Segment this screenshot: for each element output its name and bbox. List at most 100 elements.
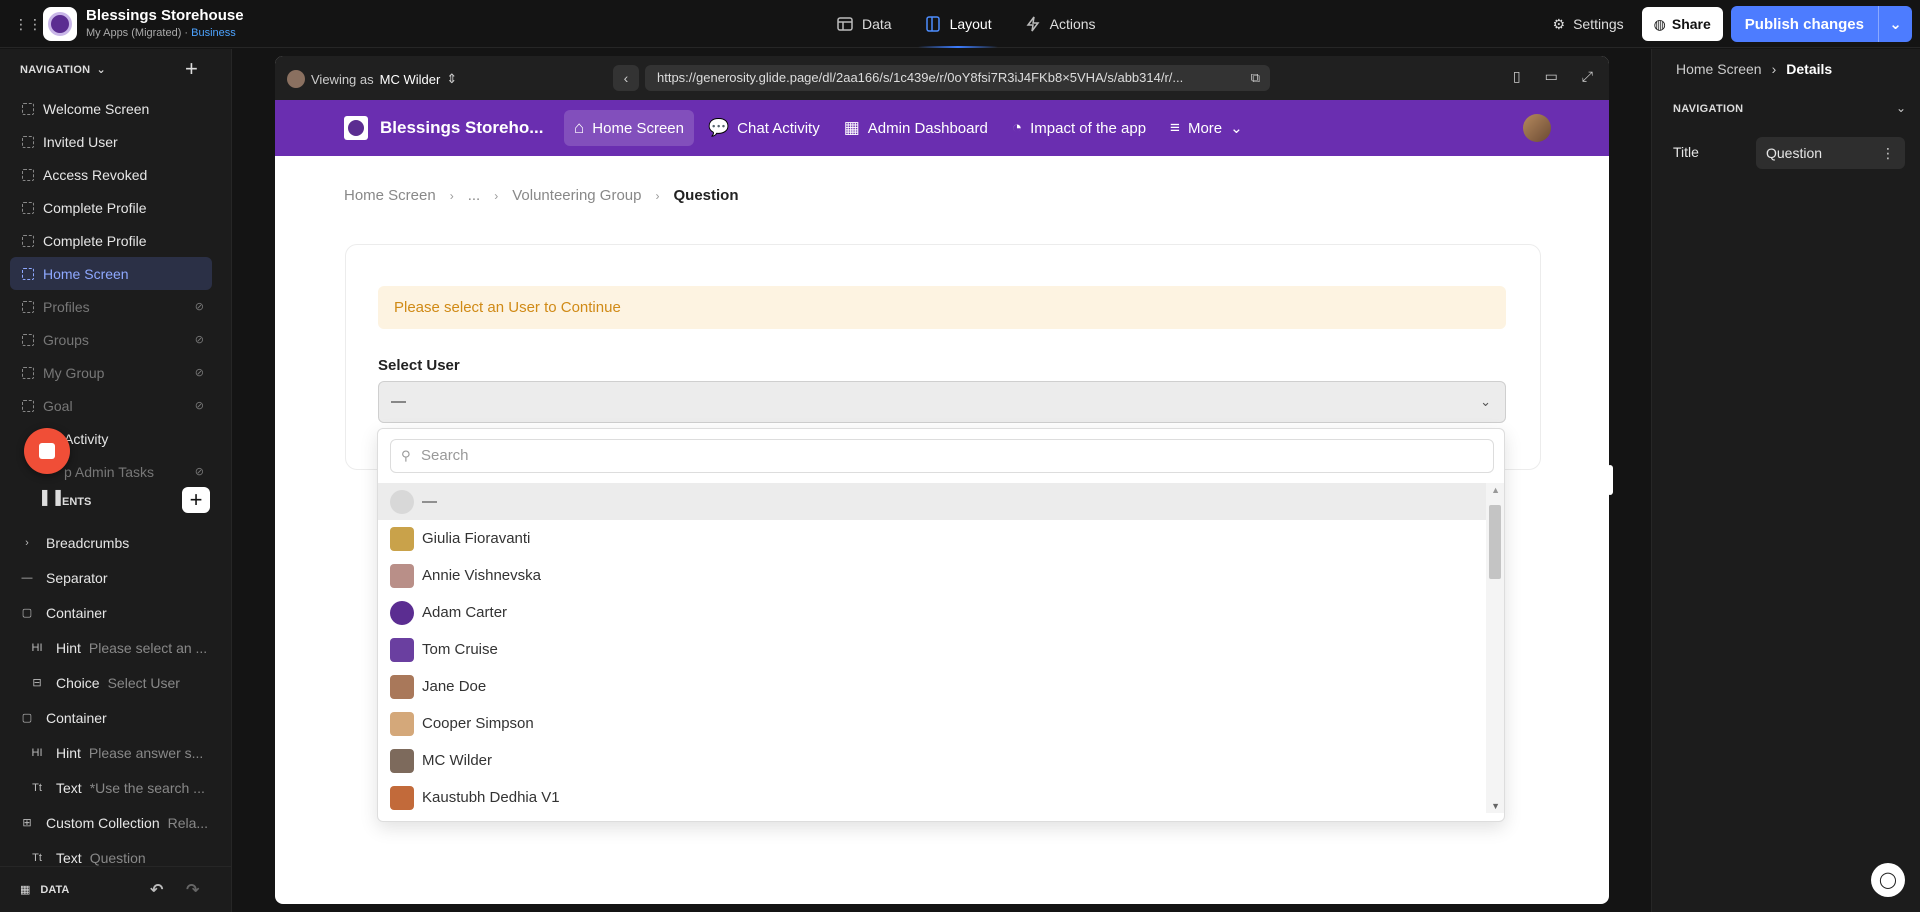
external-link-icon[interactable]: ⧉ (1251, 65, 1260, 91)
chevron-down-icon[interactable]: ⌄ (1896, 101, 1906, 115)
sidebar-item-complete-profile[interactable]: Complete Profile (10, 191, 212, 224)
component-type: Choice (56, 674, 100, 691)
app-header-title[interactable]: Blessings Storeho... (380, 118, 543, 138)
breadcrumb-item[interactable]: Home Screen (1676, 61, 1762, 77)
add-screen-button[interactable]: + (185, 58, 198, 80)
pause-icon[interactable]: ❚❚ (38, 487, 65, 507)
sidebar-item-groups[interactable]: Groups ⊘ (10, 323, 212, 356)
fullscreen-icon[interactable]: ⤢ (1582, 68, 1593, 85)
stop-icon (39, 443, 55, 459)
breadcrumb-item[interactable]: Volunteering Group (512, 187, 641, 204)
chevron-right-icon[interactable]: › (16, 537, 38, 549)
title-field[interactable]: Question ⋮ (1756, 137, 1905, 169)
app-logo[interactable] (43, 7, 77, 41)
sidebar-item-profiles[interactable]: Profiles ⊘ (10, 290, 212, 323)
stop-recording-button[interactable] (24, 428, 70, 474)
breadcrumb-current: Question (673, 187, 739, 204)
sidebar-item-access-revoked[interactable]: Access Revoked (10, 158, 212, 191)
component-choice[interactable]: ⊟ Choice Select User (0, 665, 231, 700)
app-logo[interactable] (344, 116, 368, 140)
tablet-icon[interactable]: ▭ (1545, 68, 1558, 85)
breadcrumb-item[interactable]: ... (468, 187, 481, 204)
component-container-2[interactable]: ▢ Container (0, 700, 231, 735)
preview-toolbar: Viewing as MC Wilder ⇕ ‹ https://generos… (275, 56, 1609, 100)
resize-handle[interactable] (1607, 465, 1613, 495)
chevron-right-icon: › (655, 188, 660, 203)
scrollbar-thumb[interactable] (1489, 505, 1501, 579)
sidebar-item-welcome-screen[interactable]: Welcome Screen (10, 92, 212, 125)
component-detail: Please select an ... (88, 639, 208, 656)
component-custom-collection[interactable]: ⊞ Custom Collection Rela... (0, 805, 231, 840)
select-user-dropdown[interactable]: — ⌄ (378, 381, 1506, 423)
title-value: Question (1766, 145, 1823, 161)
option-user[interactable]: Cooper Simpson (378, 705, 1488, 742)
add-component-button[interactable]: + (182, 487, 210, 513)
tab-home-screen[interactable]: ⌂ Home Screen (564, 110, 694, 146)
scroll-down-icon[interactable]: ▼ (1491, 801, 1500, 811)
chevron-down-icon[interactable]: ⌄ (1878, 6, 1912, 42)
settings-button[interactable]: ⚙ Settings (1543, 7, 1634, 41)
chat-support-button[interactable]: ◯ (1871, 863, 1905, 897)
component-text[interactable]: Tt Text *Use the search ... (0, 770, 231, 805)
back-button[interactable]: ‹ (613, 65, 639, 91)
publish-button[interactable]: Publish changes ⌄ (1730, 6, 1912, 42)
component-type: Hint (56, 744, 81, 761)
component-hint[interactable]: HI Hint Please select an ... (0, 630, 231, 665)
sidebar-item-invited-user[interactable]: Invited User (10, 125, 212, 158)
section-header[interactable]: NAVIGATION (1673, 103, 1743, 115)
tab-chat-activity[interactable]: 💬 Chat Activity (698, 110, 830, 146)
component-separator[interactable]: — Separator (0, 560, 231, 595)
tab-data[interactable]: Data (820, 0, 908, 48)
option-user[interactable]: Annie Vishnevska (378, 557, 1488, 594)
tab-more[interactable]: ≡ More ⌄ (1160, 110, 1253, 146)
sidebar-item-home-screen[interactable]: Home Screen (10, 257, 212, 290)
option-label: — (422, 493, 437, 510)
sidebar-item-my-group[interactable]: My Group ⊘ (10, 356, 212, 389)
phone-icon[interactable]: ▯ (1513, 68, 1521, 85)
app-folder: My Apps (Migrated) · (86, 27, 192, 39)
sidebar-item-label: Complete Profile (43, 232, 147, 249)
data-label[interactable]: DATA (40, 884, 69, 896)
share-button[interactable]: ◍ Share (1641, 7, 1723, 41)
scroll-up-icon[interactable]: ▲ (1491, 485, 1500, 495)
drag-handle-icon[interactable] (22, 399, 34, 412)
option-label: MC Wilder (422, 752, 492, 769)
component-detail: Rela... (167, 814, 209, 831)
sidebar-item-label: Goal (43, 397, 73, 414)
chevron-down-icon: ⌄ (1480, 394, 1491, 409)
tab-actions[interactable]: Actions (1008, 0, 1112, 48)
option-user[interactable]: MC Wilder (378, 742, 1488, 779)
option-user[interactable]: Giulia Fioravanti (378, 520, 1488, 557)
option-user[interactable]: Adam Carter (378, 594, 1488, 631)
viewing-as-selector[interactable]: Viewing as MC Wilder ⇕ (287, 70, 457, 88)
container-icon: ▢ (21, 607, 33, 619)
tab-admin-dashboard[interactable]: ▦ Admin Dashboard (834, 110, 998, 146)
tab-label: Home Screen (592, 119, 684, 137)
component-breadcrumbs[interactable]: › Breadcrumbs (0, 525, 231, 560)
sidebar-item-complete-profile-2[interactable]: Complete Profile (10, 224, 212, 257)
option-user[interactable]: Kaustubh Dedhia V1 (378, 779, 1488, 816)
more-vertical-icon[interactable]: ⋮ (1881, 137, 1895, 169)
option-none[interactable]: — (378, 483, 1488, 520)
component-hint-2[interactable]: HI Hint Please answer s... (0, 735, 231, 770)
screen-icon (22, 102, 34, 115)
tab-layout-label: Layout (949, 16, 992, 32)
avatar[interactable] (1523, 114, 1551, 142)
app-grid-icon[interactable]: ⋮⋮⋮ (14, 16, 56, 32)
option-user[interactable]: Jane Doe (378, 668, 1488, 705)
undo-icon[interactable]: ↶ (150, 880, 163, 900)
option-user[interactable]: Tom Cruise (378, 631, 1488, 668)
url-bar[interactable]: https://generosity.glide.page/dl/2aa166/… (645, 65, 1270, 91)
redo-icon[interactable]: ↷ (186, 880, 199, 900)
navigation-header[interactable]: NAVIGATION ⌄ (20, 63, 106, 77)
screen-icon (22, 333, 34, 346)
tab-impact[interactable]: ◔ Impact of the app (1002, 110, 1156, 146)
sidebar-item-goal[interactable]: Goal ⊘ (10, 389, 212, 422)
chevron-right-icon: › (494, 188, 499, 203)
tab-layout[interactable]: Layout (908, 0, 1008, 48)
component-container[interactable]: ▢ Container (0, 595, 231, 630)
component-type: Text (56, 849, 82, 866)
breadcrumb-item[interactable]: Home Screen (344, 187, 436, 204)
search-input[interactable]: ⚲ Search (390, 439, 1494, 473)
publish-label: Publish changes (1744, 15, 1864, 33)
